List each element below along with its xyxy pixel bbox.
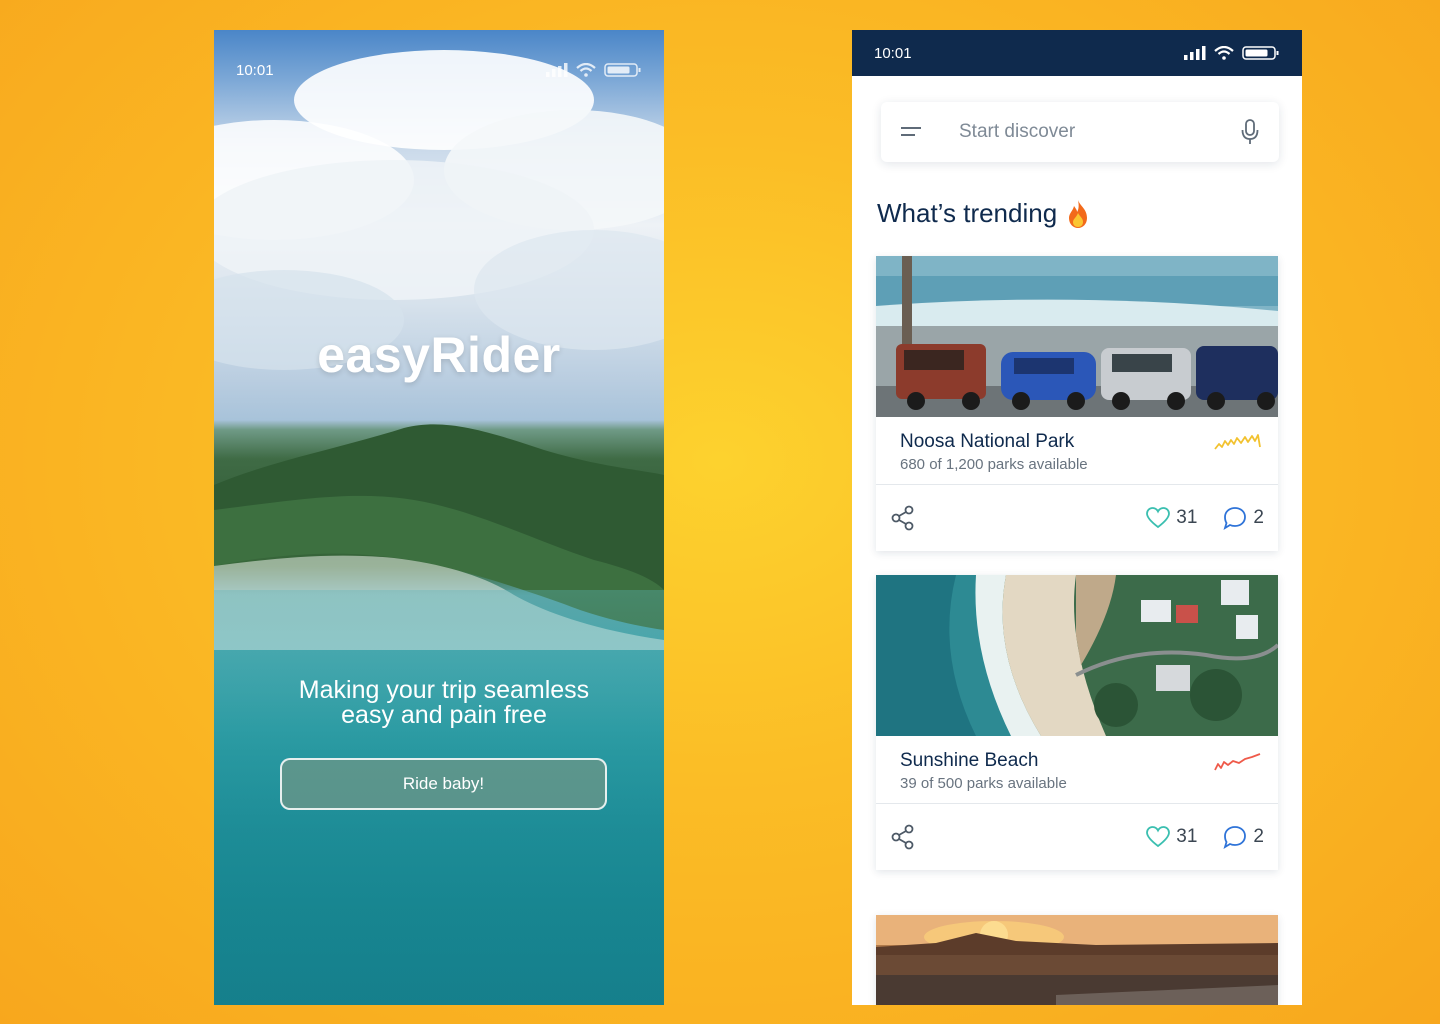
- heart-icon: [1146, 507, 1171, 529]
- likes-count: 31: [1176, 826, 1198, 847]
- search-input[interactable]: [959, 121, 1241, 143]
- status-time: 10:01: [236, 61, 274, 79]
- section-title: What’s trending: [877, 198, 1091, 229]
- trend-sparkline-icon: [1214, 434, 1261, 450]
- app-logo-wordmark: easyRider: [317, 327, 561, 383]
- microphone-icon[interactable]: [1241, 119, 1259, 145]
- likes-counter[interactable]: 31: [1146, 826, 1197, 848]
- heart-icon: [1146, 826, 1171, 848]
- comments-counter[interactable]: 2: [1223, 825, 1264, 849]
- search-bar: [881, 102, 1279, 162]
- wifi-icon: [1214, 46, 1234, 60]
- signal-icon: [546, 63, 568, 77]
- comments-count: 2: [1253, 507, 1264, 528]
- comments-counter[interactable]: 2: [1223, 506, 1264, 530]
- card-image-aerial-beach: [876, 575, 1278, 736]
- comments-count: 2: [1253, 826, 1264, 847]
- comment-icon: [1223, 826, 1247, 849]
- share-icon[interactable]: [890, 505, 916, 531]
- fire-icon: [1069, 199, 1088, 228]
- battery-icon: [604, 63, 641, 77]
- status-time: 10:01: [874, 44, 912, 62]
- section-title-text: What’s trending: [877, 198, 1058, 228]
- battery-icon: [1242, 46, 1279, 60]
- card-image-sunset-coast: [876, 915, 1278, 1005]
- card-title: Noosa National Park: [900, 431, 1075, 452]
- card-title: Sunshine Beach: [900, 750, 1039, 771]
- welcome-screen: 10:01 easyRider Making your trip seamles…: [214, 30, 664, 1005]
- trending-card[interactable]: Sunshine Beach 39 of 500 parks available…: [876, 575, 1278, 870]
- menu-icon[interactable]: [901, 126, 921, 138]
- card-availability: 39 of 500 parks available: [900, 775, 1067, 792]
- card-availability: 680 of 1,200 parks available: [900, 456, 1088, 473]
- tagline-line-2: easy and pain free: [341, 701, 547, 729]
- discover-screen: 10:01 What’s trending: [852, 30, 1302, 1005]
- comment-icon: [1223, 507, 1247, 530]
- ride-button[interactable]: Ride baby!: [280, 758, 607, 810]
- status-bar: 10:01: [236, 60, 642, 80]
- wifi-icon: [576, 63, 596, 77]
- status-bar: 10:01: [852, 30, 1302, 76]
- tagline: Making your trip seamless easy and pain …: [254, 678, 634, 728]
- share-icon[interactable]: [890, 824, 916, 850]
- card-image-parked-cars-beach: [876, 256, 1278, 417]
- likes-count: 31: [1176, 507, 1198, 528]
- trending-card[interactable]: [876, 915, 1278, 1005]
- trend-sparkline-icon: [1214, 753, 1261, 771]
- tagline-line-1: Making your trip seamless: [298, 676, 590, 704]
- trending-card[interactable]: Noosa National Park 680 of 1,200 parks a…: [876, 256, 1278, 551]
- signal-icon: [1184, 46, 1206, 60]
- likes-counter[interactable]: 31: [1146, 507, 1197, 529]
